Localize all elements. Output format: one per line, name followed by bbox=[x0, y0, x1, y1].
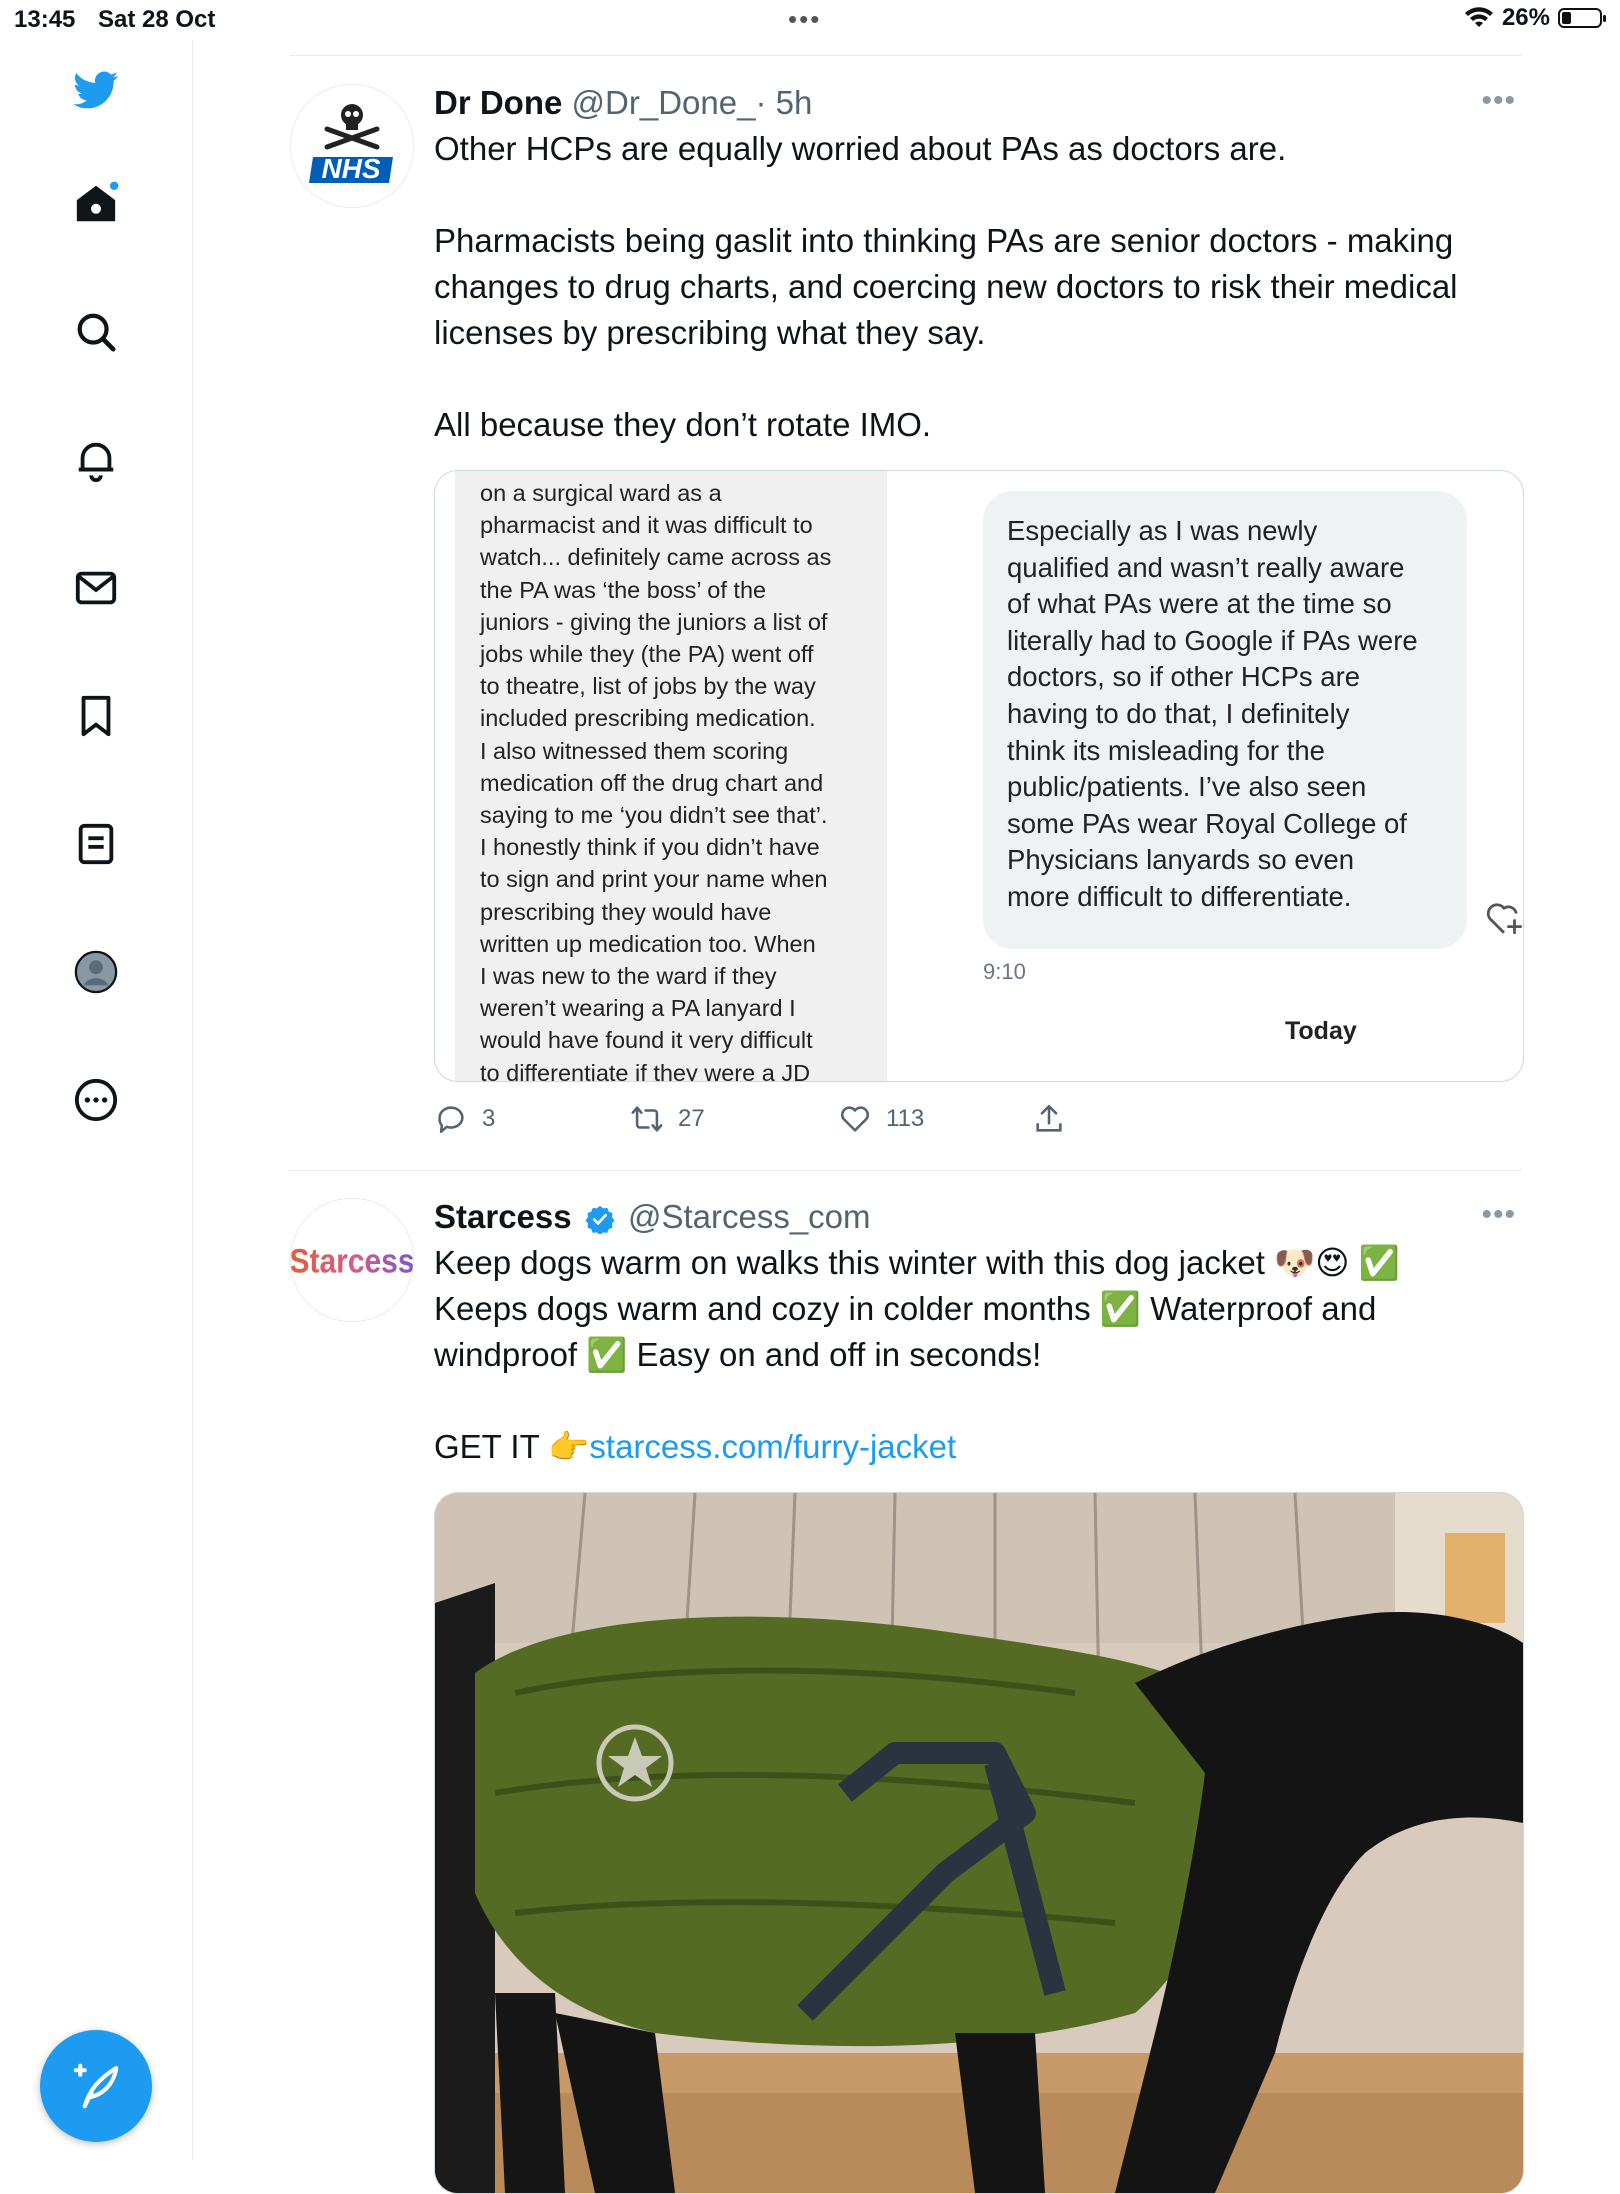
nhs-skull-avatar-icon: NHS bbox=[309, 104, 393, 184]
tweet-text: Keep dogs warm on walks this winter with… bbox=[434, 1240, 1494, 1470]
tweet-actions: 3 27 113 bbox=[434, 1102, 1334, 1142]
tweet-paragraph: All because they don’t rotate IMO. bbox=[434, 406, 932, 443]
day-label: Today bbox=[1285, 1017, 1357, 1045]
reply-button[interactable]: 3 bbox=[434, 1102, 495, 1136]
reply-icon bbox=[438, 1106, 464, 1134]
compose-tweet-button[interactable] bbox=[40, 2030, 152, 2142]
tweet-more-icon[interactable]: ••• bbox=[1481, 84, 1516, 118]
lists-icon[interactable] bbox=[70, 818, 122, 870]
twitter-logo-icon[interactable] bbox=[70, 64, 122, 116]
tweet-dr-done[interactable]: NHS Dr Done @Dr_Done_· 5h ••• Other HCPs… bbox=[290, 84, 1524, 1164]
wifi-icon bbox=[1464, 7, 1493, 27]
share-button[interactable] bbox=[1032, 1102, 1066, 1136]
profile-icon[interactable] bbox=[70, 946, 122, 998]
compose-tweet-icon bbox=[73, 2063, 119, 2109]
author-name[interactable]: Dr Done bbox=[434, 84, 562, 121]
dog-jacket-photo bbox=[435, 1493, 1523, 2193]
status-date: Sat 28 Oct bbox=[98, 6, 216, 33]
battery-percent: 26% bbox=[1501, 4, 1550, 31]
tweet-cta: GET IT 👉starcess.com/furry-jacket bbox=[434, 1424, 1494, 1470]
add-reaction-icon bbox=[1483, 897, 1523, 942]
screenshot-left-panel: on a surgical ward as a pharmacist and i… bbox=[455, 471, 887, 1081]
tweet-paragraph: Pharmacists being gaslit into thinking P… bbox=[434, 222, 1458, 351]
avatar-text: NHS bbox=[321, 153, 380, 184]
tweet-line: Keep dogs warm on walks this winter with… bbox=[434, 1244, 1400, 1281]
home-icon[interactable] bbox=[70, 178, 122, 230]
tweet-media-dog-image[interactable] bbox=[434, 1492, 1524, 2194]
status-right: 26% bbox=[1464, 4, 1606, 32]
status-time: 13:45 bbox=[14, 6, 76, 33]
tweet-line: windproof ✅ Easy on and off in seconds! bbox=[434, 1336, 1042, 1373]
tweet-starcess[interactable]: Starcess Starcess @Starcess_com ••• Keep… bbox=[290, 1198, 1524, 2194]
avatar[interactable]: Starcess bbox=[290, 1198, 414, 1322]
tweet-divider bbox=[290, 1170, 1522, 1171]
author-handle[interactable]: @Dr_Done_ bbox=[572, 84, 756, 121]
tweet-paragraph: Other HCPs are equally worried about PAs… bbox=[434, 130, 1287, 167]
avatar[interactable]: NHS bbox=[290, 84, 414, 208]
cta-prefix: GET IT 👉 bbox=[434, 1428, 590, 1465]
retweet-icon bbox=[631, 1106, 663, 1132]
tweet-media-screenshot[interactable]: on a surgical ward as a pharmacist and i… bbox=[434, 470, 1524, 1082]
author-name[interactable]: Starcess bbox=[434, 1198, 572, 1235]
tweet-header: Dr Done @Dr_Done_· 5h bbox=[434, 84, 812, 122]
tweet-header: Starcess @Starcess_com bbox=[434, 1198, 871, 1236]
tweet-time: · 5h bbox=[755, 84, 813, 121]
status-bar: 13:45 Sat 28 Oct ••• 26% bbox=[0, 0, 1620, 40]
multitasking-dots-icon[interactable]: ••• bbox=[788, 6, 821, 32]
message-bubble: Especially as I was newly qualified and … bbox=[983, 491, 1467, 949]
like-button[interactable]: 113 bbox=[838, 1102, 924, 1136]
retweet-button[interactable]: 27 bbox=[630, 1102, 705, 1136]
starcess-logo-avatar: Starcess bbox=[291, 1242, 413, 1280]
retweet-count: 27 bbox=[678, 1105, 705, 1132]
product-link[interactable]: starcess.com/furry-jacket bbox=[589, 1428, 956, 1465]
like-count: 113 bbox=[886, 1105, 925, 1132]
avatar-text: Starcess bbox=[291, 1242, 413, 1280]
sidebar-nav bbox=[0, 40, 193, 2160]
feed-top-divider bbox=[290, 55, 1522, 56]
tweet-more-icon[interactable]: ••• bbox=[1481, 1198, 1516, 1232]
search-icon[interactable] bbox=[70, 306, 122, 358]
notifications-icon[interactable] bbox=[70, 434, 122, 486]
verified-badge-icon bbox=[585, 1206, 615, 1235]
author-handle[interactable]: @Starcess_com bbox=[628, 1198, 871, 1235]
message-time: 9:10 bbox=[983, 959, 1026, 984]
messages-icon[interactable] bbox=[70, 562, 122, 614]
reply-count: 3 bbox=[482, 1105, 496, 1132]
message-bubble-text: Especially as I was newly qualified and … bbox=[1007, 515, 1418, 912]
heart-icon bbox=[840, 1106, 870, 1132]
bookmarks-icon[interactable] bbox=[70, 690, 122, 742]
more-icon[interactable] bbox=[70, 1074, 122, 1126]
battery-icon bbox=[1558, 8, 1606, 28]
screenshot-left-text: on a surgical ward as a pharmacist and i… bbox=[480, 480, 832, 1081]
tweet-text: Other HCPs are equally worried about PAs… bbox=[434, 126, 1494, 448]
tweet-line: Keeps dogs warm and cozy in colder month… bbox=[434, 1290, 1377, 1327]
share-icon bbox=[1036, 1104, 1062, 1132]
